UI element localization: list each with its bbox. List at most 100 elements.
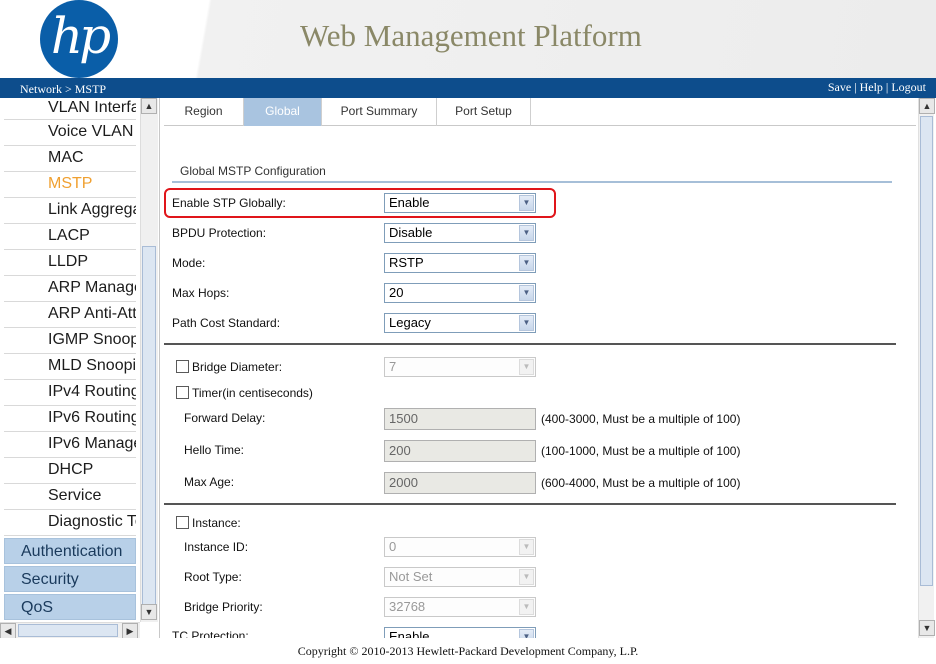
logout-link[interactable]: Logout [891,80,926,94]
footer-copyright: Copyright © 2010-2013 Hewlett-Packard De… [0,638,936,664]
max-hops-value: 20 [389,285,404,300]
chevron-down-icon: ▼ [519,359,534,375]
tab-global[interactable]: Global [244,98,322,126]
tab-port-summary[interactable]: Port Summary [322,98,437,126]
breadcrumb: Network > MSTP [20,82,107,96]
forward-delay-label: Forward Delay: [184,411,266,425]
top-links: Save | Help | Logout [828,80,926,95]
scrollbar-thumb[interactable] [18,624,118,637]
forward-delay-hint: (400-3000, Must be a multiple of 100) [541,412,741,426]
path-cost-select[interactable]: Legacy ▼ [384,313,536,333]
sidebar-item-link-aggregation[interactable]: Link Aggregation [4,198,136,224]
section-title: Global MSTP Configuration [180,164,326,178]
max-hops-select[interactable]: 20 ▼ [384,283,536,303]
enable-stp-label: Enable STP Globally: [172,196,286,210]
tc-protection-select[interactable]: Enable ▼ [384,627,536,638]
sidebar-item-service[interactable]: Service [4,484,136,510]
sidebar-item-mac[interactable]: MAC [4,146,136,172]
sidebar-item-lldp[interactable]: LLDP [4,250,136,276]
scroll-down-icon[interactable]: ▼ [919,620,935,636]
mode-value: RSTP [389,255,424,270]
instance-id-label: Instance ID: [184,540,249,554]
sidebar-item-dhcp[interactable]: DHCP [4,458,136,484]
sidebar-item-mstp[interactable]: MSTP [4,172,136,198]
instance-checkbox[interactable] [176,516,189,529]
bridge-diameter-checkbox[interactable] [176,360,189,373]
chevron-down-icon: ▼ [519,285,534,301]
scroll-up-icon[interactable]: ▲ [141,98,157,114]
scrollbar-thumb[interactable] [920,116,933,586]
scroll-down-icon[interactable]: ▼ [141,604,157,620]
tc-protection-value: Enable [389,629,430,638]
root-type-label: Root Type: [184,570,242,584]
scroll-up-icon[interactable]: ▲ [919,98,935,114]
sidebar-item-lacp[interactable]: LACP [4,224,136,250]
link-separator: | [854,80,857,94]
hp-logo: hp [40,0,118,78]
bridge-priority-value: 32768 [389,599,426,614]
chevron-down-icon: ▼ [519,629,534,638]
app-title: Web Management Platform [300,18,642,53]
sidebar-item-ipv6-management[interactable]: IPv6 Management [4,432,136,458]
bpdu-protection-select[interactable]: Disable ▼ [384,223,536,243]
save-link[interactable]: Save [828,80,851,94]
help-link[interactable]: Help [860,80,883,94]
scroll-right-icon[interactable]: ▶ [122,623,138,639]
root-type-select[interactable]: Not Set ▼ [384,567,536,587]
instance-id-select[interactable]: 0 ▼ [384,537,536,557]
scroll-left-icon[interactable]: ◀ [0,623,16,639]
bridge-priority-select[interactable]: 32768 ▼ [384,597,536,617]
sidebar-vertical-scrollbar[interactable]: ▲ ▼ [140,98,158,622]
mode-select[interactable]: RSTP ▼ [384,253,536,273]
bridge-diameter-select[interactable]: 7 ▼ [384,357,536,377]
sidebar-group-qos[interactable]: QoS [4,594,136,620]
path-cost-label: Path Cost Standard: [172,316,281,330]
navbar: Network > MSTP Save | Help | Logout [0,78,936,98]
tc-protection-label: TC Protection: [172,629,249,638]
max-age-label: Max Age: [184,475,235,489]
main-vertical-scrollbar[interactable]: ▲ ▼ [918,98,935,638]
hello-time-input[interactable]: 200 [384,440,536,462]
bpdu-protection-value: Disable [389,225,433,240]
sidebar-group-security[interactable]: Security [4,566,136,592]
instance-id-value: 0 [389,539,397,554]
chevron-down-icon: ▼ [519,255,534,271]
enable-stp-select[interactable]: Enable ▼ [384,193,536,213]
sidebar-item-voice-vlan[interactable]: Voice VLAN [4,120,136,146]
divider [164,503,896,505]
chevron-down-icon: ▼ [519,569,534,585]
bpdu-protection-label: BPDU Protection: [172,226,267,240]
sidebar-item-vlan-interface[interactable]: VLAN Interface [4,98,136,120]
bridge-diameter-label: Bridge Diameter: [192,360,283,374]
max-age-input[interactable]: 2000 [384,472,536,494]
scrollbar-thumb[interactable] [142,246,156,606]
sidebar-item-ipv4-routing[interactable]: IPv4 Routing [4,380,136,406]
sidebar-item-ipv6-routing[interactable]: IPv6 Routing [4,406,136,432]
tab-port-setup[interactable]: Port Setup [437,98,531,126]
sidebar-item-arp-anti-attack[interactable]: ARP Anti-Attack [4,302,136,328]
enable-stp-value: Enable [389,195,430,210]
timer-checkbox[interactable] [176,386,189,399]
sidebar-item-mld-snooping[interactable]: MLD Snooping [4,354,136,380]
sidebar-item-arp-management[interactable]: ARP Management [4,276,136,302]
tab-region[interactable]: Region [164,98,244,126]
chevron-down-icon: ▼ [519,195,534,211]
main-panel: Region Global Port Summary Port Setup Gl… [164,98,936,638]
sidebar-item-diagnostic-tools[interactable]: Diagnostic Tools [4,510,136,536]
header: hp Web Management Platform [0,0,936,78]
instance-label: Instance: [192,516,241,530]
hello-time-hint: (100-1000, Must be a multiple of 100) [541,444,741,458]
max-age-hint: (600-4000, Must be a multiple of 100) [541,476,741,490]
chevron-down-icon: ▼ [519,599,534,615]
chevron-down-icon: ▼ [519,315,534,331]
sidebar-group-authentication[interactable]: Authentication [4,538,136,564]
timer-label: Timer(in centiseconds) [192,386,313,400]
sidebar-horizontal-scrollbar[interactable]: ◀ ▶ [0,622,140,639]
sidebar-list: VLAN Interface Voice VLAN MAC MSTP Link … [0,98,140,622]
sidebar-item-igmp-snooping[interactable]: IGMP Snooping [4,328,136,354]
mode-label: Mode: [172,256,206,270]
bridge-diameter-value: 7 [389,359,397,374]
tab-bar: Region Global Port Summary Port Setup [164,98,916,126]
forward-delay-input[interactable]: 1500 [384,408,536,430]
hello-time-label: Hello Time: [184,443,245,457]
